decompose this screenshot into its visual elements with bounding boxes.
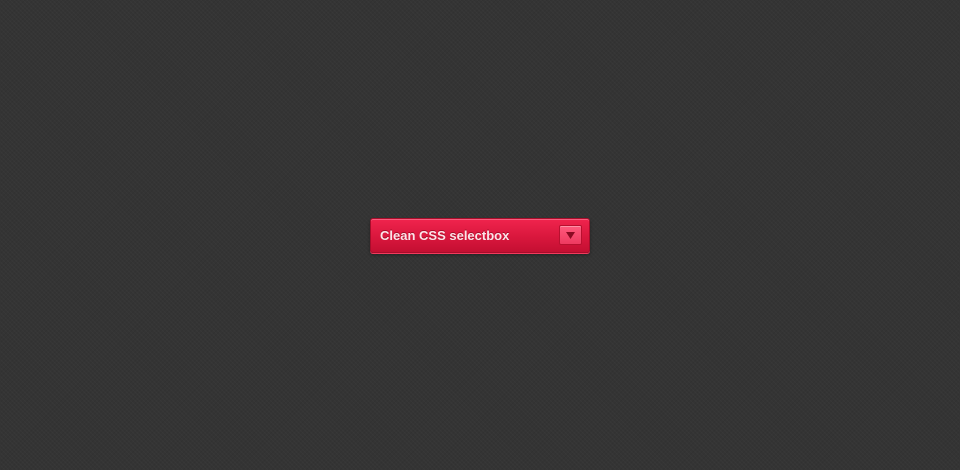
selectbox-selected-value: Clean CSS selectbox xyxy=(380,228,510,243)
page-canvas: Clean CSS selectbox xyxy=(0,0,960,470)
dropdown-arrow-button[interactable] xyxy=(559,225,582,245)
css-selectbox[interactable]: Clean CSS selectbox xyxy=(370,218,590,253)
chevron-down-icon xyxy=(566,232,575,239)
